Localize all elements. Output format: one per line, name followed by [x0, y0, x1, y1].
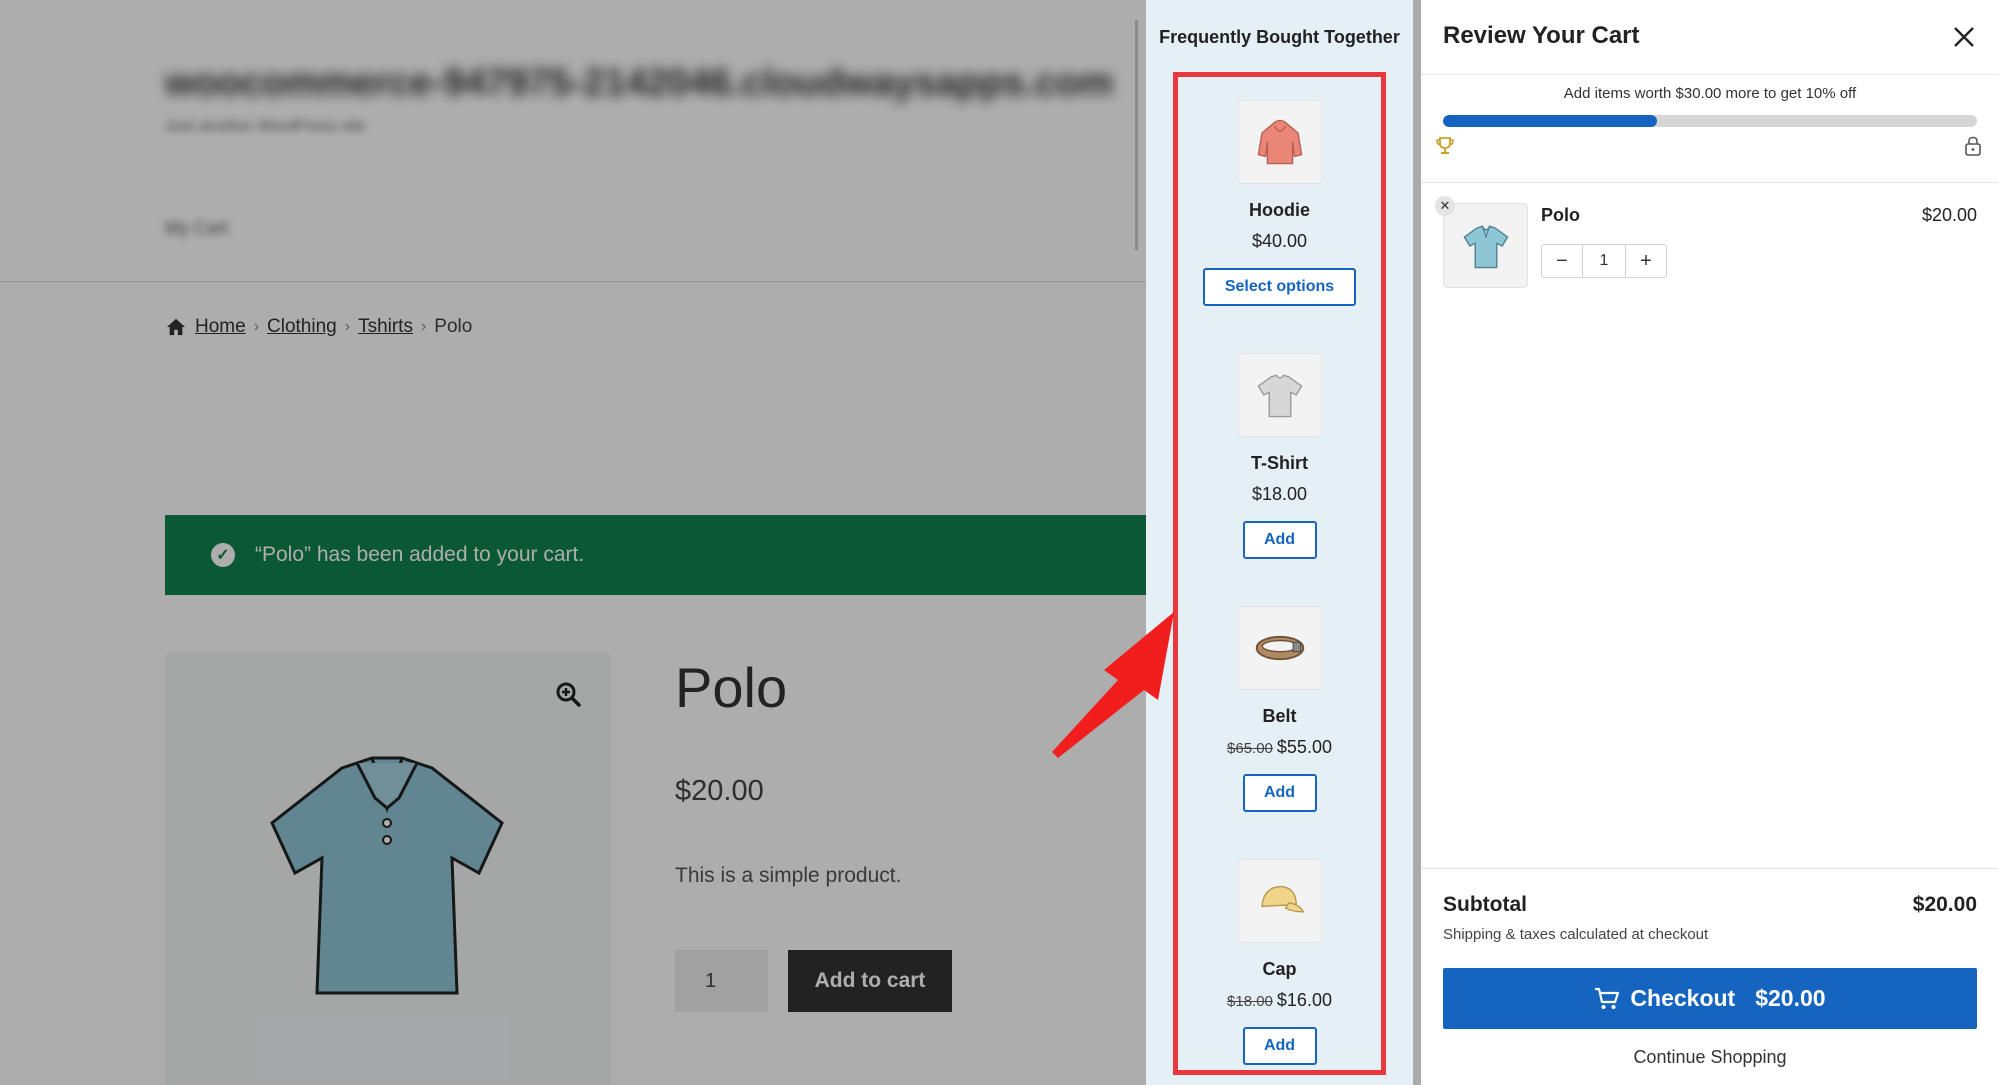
chevron-right-icon: ›: [253, 318, 260, 335]
zoom-icon[interactable]: [555, 681, 581, 707]
store-page: woocommerce-947975-2142046.cloudwaysapps…: [0, 0, 1146, 1085]
product-title: Polo: [675, 656, 788, 719]
divider: [1421, 74, 1999, 75]
chevron-right-icon: ›: [420, 318, 427, 335]
plus-icon[interactable]: +: [1626, 245, 1666, 277]
discount-progress-bar: [1443, 115, 1977, 127]
product-price: $20.00: [675, 775, 764, 807]
site-tagline: Just another WordPress site: [165, 118, 366, 135]
divider: [1421, 868, 1999, 869]
header-divider: [1135, 20, 1138, 250]
quantity-input[interactable]: [675, 950, 768, 1012]
tshirt-icon[interactable]: [1237, 353, 1322, 437]
nav-my-cart[interactable]: My Cart: [165, 218, 228, 239]
cart-drawer: Review Your Cart Add items worth $30.00 …: [1421, 0, 1999, 1085]
fbt-item-name: T-Shirt: [1251, 453, 1308, 473]
fbt-item-name: Hoodie: [1249, 200, 1310, 220]
checkout-button[interactable]: Checkout $20.00: [1443, 968, 1977, 1029]
fbt-item-price: $40.00: [1251, 231, 1308, 251]
lock-icon: [1965, 136, 1981, 156]
arrow-annotation-icon: [1052, 612, 1174, 758]
breadcrumb-home[interactable]: Home: [195, 316, 246, 338]
discount-progress-text: Add items worth $30.00 more to get 10% o…: [1563, 85, 1857, 102]
cart-item-name: Polo: [1541, 205, 1580, 225]
quantity-value[interactable]: 1: [1582, 245, 1626, 277]
breadcrumb-clothing[interactable]: Clothing: [267, 316, 337, 338]
fbt-item-belt: Belt $65.00 $55.00 Add: [1146, 606, 1413, 812]
continue-shopping-link[interactable]: Continue Shopping: [1421, 1047, 1999, 1068]
site-title[interactable]: woocommerce-947975-2142046.cloudwaysapps…: [165, 62, 1113, 105]
fbt-item-price: $18.00: [1251, 484, 1308, 504]
fbt-scrollbar[interactable]: [1413, 0, 1421, 1085]
checkout-amount: $20.00: [1755, 985, 1826, 1011]
site-header: woocommerce-947975-2142046.cloudwaysapps…: [0, 0, 1146, 282]
subtotal-label: Subtotal: [1443, 893, 1527, 916]
fbt-item-name: Cap: [1262, 959, 1297, 979]
chevron-right-icon: ›: [344, 318, 351, 335]
fbt-title: Frequently Bought Together: [1159, 27, 1400, 47]
polo-shirt-illustration: [270, 756, 504, 995]
fbt-item-price: $65.00 $55.00: [1227, 737, 1332, 757]
trophy-icon: [1436, 137, 1454, 154]
minus-icon[interactable]: −: [1542, 245, 1582, 277]
fbt-item-name: Belt: [1262, 706, 1297, 726]
check-circle-icon: ✓: [211, 543, 235, 567]
breadcrumb-tshirts[interactable]: Tshirts: [358, 316, 413, 338]
product-description: This is a simple product.: [675, 864, 902, 887]
subtotal-value: $20.00: [1912, 893, 1977, 916]
checkout-label: Checkout: [1630, 985, 1736, 1011]
added-to-cart-notice: ✓ “Polo” has been added to your cart.: [165, 515, 1146, 595]
cap-icon[interactable]: [1237, 859, 1322, 943]
notice-text: “Polo” has been added to your cart.: [255, 543, 585, 566]
quantity-stepper: − 1 +: [1541, 244, 1667, 278]
fbt-item-price: $18.00 $16.00: [1227, 990, 1332, 1010]
cart-icon: [1595, 987, 1620, 1009]
belt-icon[interactable]: [1237, 606, 1322, 690]
frequently-bought-together-panel: Frequently Bought Together Hoodie $40.00…: [1146, 0, 1413, 1085]
product-image[interactable]: [165, 653, 611, 1085]
hoodie-icon[interactable]: [1237, 100, 1322, 184]
home-icon: [166, 318, 186, 336]
discount-progress-fill: [1443, 115, 1657, 127]
add-belt-button[interactable]: Add: [1242, 774, 1317, 812]
fbt-item-hoodie: Hoodie $40.00 Select options: [1146, 100, 1413, 306]
divider: [1421, 182, 1999, 183]
cart-item-price: $20.00: [1921, 205, 1977, 225]
cart-item-image: [1443, 203, 1528, 288]
close-icon[interactable]: [1951, 24, 1977, 50]
add-cap-button[interactable]: Add: [1242, 1027, 1317, 1065]
shipping-note: Shipping & taxes calculated at checkout: [1443, 926, 1709, 943]
add-tshirt-button[interactable]: Add: [1242, 521, 1317, 559]
cart-title: Review Your Cart: [1443, 22, 1640, 49]
select-options-button[interactable]: Select options: [1202, 268, 1357, 306]
fbt-item-tshirt: T-Shirt $18.00 Add: [1146, 353, 1413, 559]
add-to-cart-button[interactable]: Add to cart: [788, 950, 952, 1012]
breadcrumb-current: Polo: [434, 316, 473, 337]
fbt-item-cap: Cap $18.00 $16.00 Add: [1146, 859, 1413, 1065]
remove-item-icon[interactable]: ✕: [1435, 196, 1455, 216]
breadcrumb: Home › Clothing › Tshirts › Polo: [165, 316, 472, 338]
